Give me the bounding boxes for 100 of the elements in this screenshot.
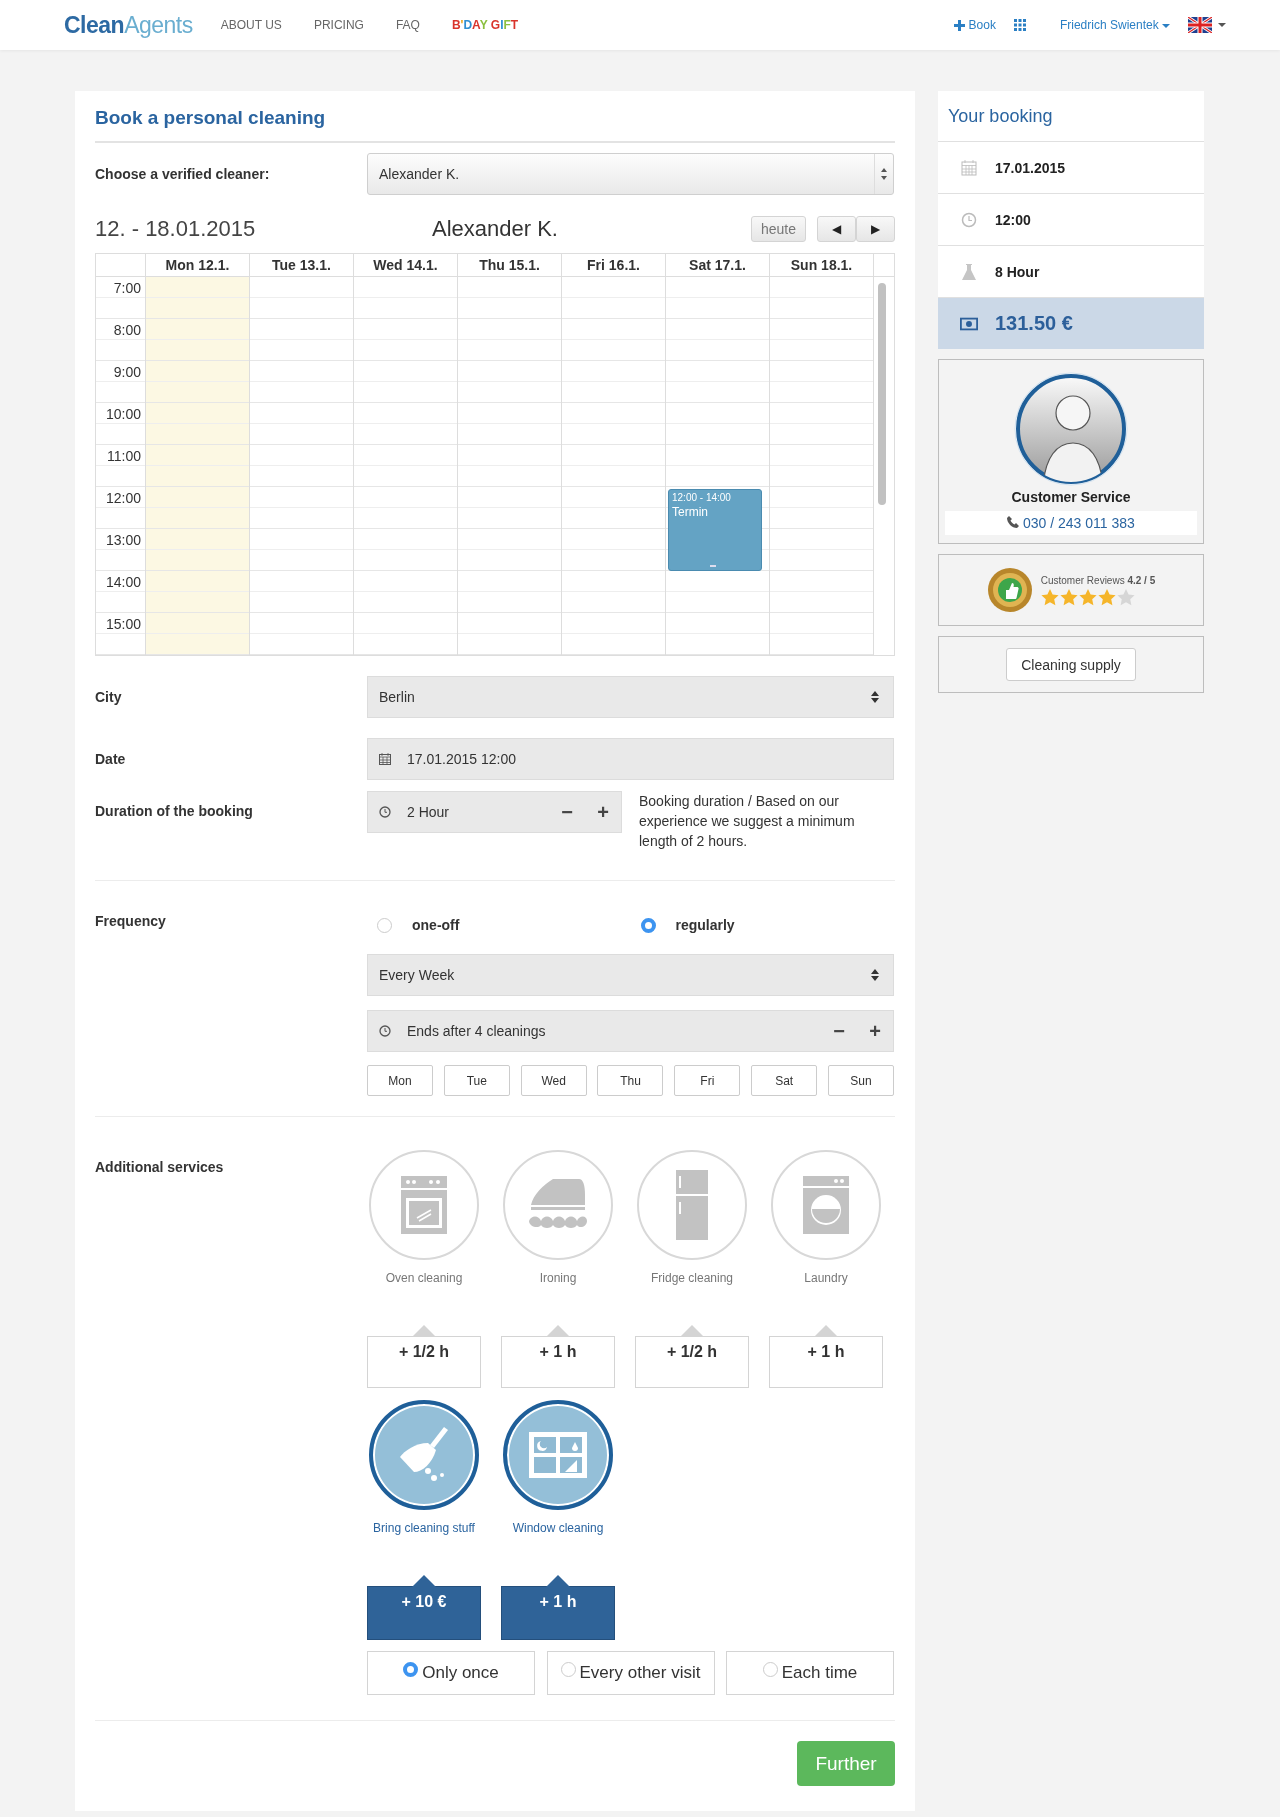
weekday-button[interactable]: Fri — [674, 1065, 741, 1096]
up-down-arrows-icon — [871, 691, 879, 703]
cleaning-supply-button[interactable]: Cleaning supply — [1006, 648, 1136, 681]
language-menu[interactable] — [1188, 17, 1226, 33]
nav-link[interactable]: PRICING — [313, 18, 364, 32]
field-label: Date — [95, 751, 127, 767]
weekday-button[interactable]: Mon — [367, 1065, 433, 1096]
interval-select[interactable]: Every Week — [367, 954, 894, 996]
summary-value: 131.50 € — [995, 312, 1073, 335]
hour-label: 9:00 — [113, 364, 141, 380]
service-title: Customer Service — [1011, 489, 1131, 505]
nav-link[interactable]: FAQ — [395, 18, 420, 32]
flask-icon — [960, 263, 978, 280]
oven-icon — [401, 1176, 447, 1234]
summary-value: 8 Hour — [995, 263, 1040, 280]
nav-link[interactable]: ABOUT US — [220, 18, 282, 32]
gift-link[interactable]: B'DAY GIFT — [451, 18, 519, 32]
repeat-option[interactable]: Each time — [726, 1651, 894, 1695]
field-label: Duration of the booking — [95, 802, 254, 819]
star-icon — [1059, 588, 1078, 606]
user-menu[interactable]: Friedrich Swientek — [1059, 18, 1170, 32]
weekday-button[interactable]: Wed — [520, 1065, 587, 1096]
page-title: Book a personal cleaning — [95, 106, 327, 130]
day-header: Sat 17.1. — [665, 254, 769, 276]
hour-label: 11:00 — [107, 448, 141, 464]
day-header: Thu 15.1. — [457, 254, 561, 276]
service-label: Ironing — [539, 1271, 577, 1285]
weekday-button[interactable]: Tue — [443, 1065, 510, 1096]
day-column[interactable] — [145, 277, 249, 655]
star-icon — [1078, 588, 1097, 606]
clock-icon — [960, 211, 978, 228]
hour-label: 7:00 — [113, 280, 141, 296]
weekday-button[interactable]: Sat — [751, 1065, 818, 1096]
reviews-score: Customer Reviews 4.2 / 5 — [1040, 574, 1156, 586]
summary-title: Your booking — [938, 91, 1204, 142]
city-select[interactable]: Berlin — [367, 676, 894, 718]
hour-label: 14:00 — [105, 574, 141, 590]
banknote-icon — [960, 316, 978, 331]
day-header: Fri 16.1. — [561, 254, 665, 276]
repeat-option[interactable]: Every other visit — [546, 1651, 715, 1695]
duration-hint: Booking duration / Based on our experience we suggest a minimum length of 2 hours. — [639, 792, 856, 851]
apps-grid-icon[interactable] — [1013, 19, 1026, 31]
phone-icon — [1007, 516, 1020, 528]
up-down-arrows-icon — [871, 969, 879, 981]
day-column[interactable] — [561, 277, 665, 655]
duration-field[interactable]: 2 Hour − + — [367, 791, 622, 833]
field-label: Choose a verified cleaner: — [95, 166, 271, 182]
cleaner-select[interactable]: Alexander K. — [367, 153, 894, 195]
day-column[interactable] — [353, 277, 457, 655]
plus-icon — [953, 19, 965, 31]
fridge-icon — [676, 1170, 708, 1240]
washing-machine-icon — [803, 1176, 849, 1234]
scrollbar-thumb[interactable] — [878, 283, 886, 505]
date-field[interactable]: 17.01.2015 12:00 — [367, 738, 894, 780]
summary-value: 17.01.2015 — [995, 159, 1066, 176]
weekday-button[interactable]: Sun — [827, 1065, 894, 1096]
field-label: Additional services — [95, 1158, 225, 1177]
day-header: Wed 14.1. — [353, 254, 457, 276]
service-label: Bring cleaning stuff — [373, 1521, 475, 1535]
day-header: Tue 13.1. — [249, 254, 353, 276]
star-icon — [1116, 588, 1135, 606]
summary-value: 12:00 — [995, 211, 1031, 228]
day-column[interactable] — [249, 277, 353, 655]
minus-button[interactable]: − — [549, 800, 585, 824]
service-label: Window cleaning — [512, 1521, 604, 1535]
today-button[interactable]: heute — [750, 216, 806, 242]
calendar-title: Alexander K. — [432, 216, 558, 242]
calendar-icon — [379, 753, 391, 765]
broom-icon — [398, 1427, 450, 1483]
window-icon — [529, 1432, 587, 1478]
day-column[interactable] — [457, 277, 561, 655]
day-header: Mon 12.1. — [145, 254, 249, 276]
plus-button[interactable]: + — [585, 800, 621, 824]
award-badge-icon — [986, 567, 1033, 613]
minus-button[interactable]: − — [821, 1019, 857, 1043]
service-label: Oven cleaning — [385, 1271, 463, 1285]
book-link[interactable]: Book — [953, 18, 996, 32]
week-range: 12. - 18.01.2015 — [95, 216, 257, 242]
previous-button[interactable]: ◀ — [817, 216, 856, 242]
frequency-radio[interactable]: one-off — [367, 915, 631, 935]
day-header: Sun 18.1. — [769, 254, 873, 276]
next-button[interactable]: ▶ — [856, 216, 895, 242]
hour-label: 8:00 — [113, 322, 141, 338]
star-icon — [1097, 588, 1116, 606]
logo[interactable]: CleanAgents — [64, 11, 193, 39]
plus-button[interactable]: + — [857, 1019, 893, 1043]
weekday-button[interactable]: Thu — [597, 1065, 664, 1096]
star-icon — [1040, 588, 1059, 606]
repeat-option[interactable]: Only once — [367, 1651, 535, 1695]
frequency-radio[interactable]: regularly — [630, 915, 894, 935]
day-column[interactable] — [769, 277, 873, 655]
hour-label: 13:00 — [105, 532, 141, 548]
hour-label: 10:00 — [105, 406, 141, 422]
service-label: Laundry — [804, 1271, 848, 1285]
clock-icon — [379, 1025, 391, 1037]
ends-field[interactable]: Ends after 4 cleanings − + — [367, 1010, 894, 1052]
service-label: Fridge cleaning — [650, 1271, 734, 1285]
field-label: Frequency — [95, 913, 167, 931]
up-down-arrows-icon — [880, 167, 888, 181]
phone-link[interactable]: 030 / 243 011 383 — [945, 511, 1197, 535]
